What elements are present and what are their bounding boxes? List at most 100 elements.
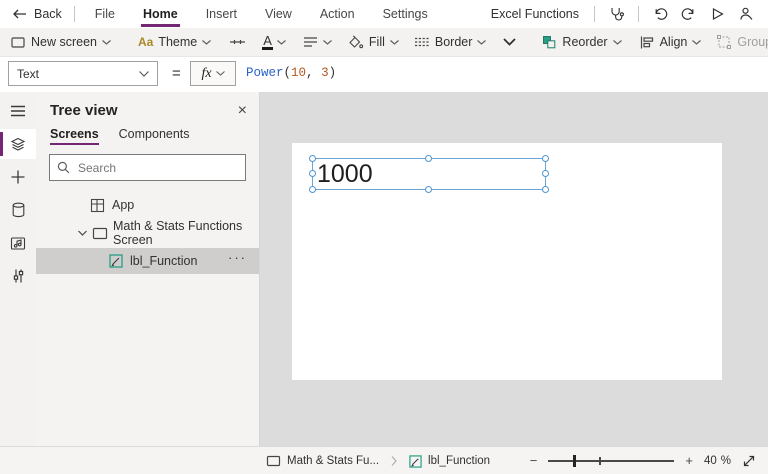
redo-icon[interactable] xyxy=(681,6,697,22)
label-text: 1000 xyxy=(317,159,373,189)
formula-input[interactable]: Power(10, 3) xyxy=(246,61,336,86)
zoom-slider[interactable] xyxy=(548,454,674,468)
border-button[interactable]: Border xyxy=(414,35,487,49)
advanced-tools-icon[interactable] xyxy=(0,261,36,291)
tree-item-app[interactable]: App xyxy=(36,193,259,217)
more-options-ellipsis-icon[interactable]: ··· xyxy=(228,250,247,265)
group-icon xyxy=(716,34,732,50)
status-bar: Math & Stats Fu... lbl_Function − + 40 xyxy=(0,446,768,474)
search-input[interactable] xyxy=(76,160,238,176)
chevron-down-icon xyxy=(277,40,286,45)
resize-handle-bottom-left[interactable] xyxy=(309,186,316,193)
divider xyxy=(638,6,639,22)
align-objects-icon xyxy=(639,35,655,50)
chevron-down-icon xyxy=(390,40,399,45)
data-sources-icon[interactable] xyxy=(0,195,36,225)
zoom-in-plus-button[interactable]: + xyxy=(685,455,693,467)
back-label: Back xyxy=(34,7,62,21)
hamburger-menu-icon[interactable] xyxy=(0,96,36,126)
chevron-down-icon xyxy=(202,40,211,45)
fill-bucket-icon xyxy=(347,34,364,50)
breadcrumb-control[interactable]: lbl_Function xyxy=(405,455,494,468)
theme-button[interactable]: Aa Theme xyxy=(138,35,211,49)
zoom-slider-tick xyxy=(599,457,601,465)
chevron-down-icon xyxy=(613,40,622,45)
border-icon xyxy=(414,36,430,48)
chevron-expanded-icon[interactable] xyxy=(78,230,87,236)
zoom-slider-track xyxy=(548,460,674,462)
zoom-slider-thumb[interactable] xyxy=(573,455,576,467)
text-align-icon xyxy=(303,36,318,48)
top-menu-bar: Back File Home Insert View Action Settin… xyxy=(0,0,768,28)
divider xyxy=(74,6,75,22)
align-button[interactable]: Align xyxy=(639,35,702,50)
chevron-down-icon xyxy=(216,71,225,76)
selected-label-control[interactable]: 1000 xyxy=(312,158,546,190)
app-checker-stethoscope-icon[interactable] xyxy=(608,6,625,22)
tree-item-label: lbl_Function xyxy=(130,254,197,268)
fill-button[interactable]: Fill xyxy=(347,34,399,50)
undo-icon[interactable] xyxy=(652,6,668,22)
zoom-percentage: 40 % xyxy=(704,455,731,467)
chevron-down-icon xyxy=(102,40,111,45)
fx-icon: fx xyxy=(201,66,211,82)
tree-view-rail-icon[interactable] xyxy=(0,129,36,159)
menu-action[interactable]: Action xyxy=(306,0,369,28)
group-label: Group xyxy=(737,35,768,49)
left-navigation-rail xyxy=(0,92,36,446)
screen-artboard[interactable]: 1000 xyxy=(292,143,722,380)
powerapps-studio-window: Back File Home Insert View Action Settin… xyxy=(0,0,768,474)
font-color-button[interactable]: A xyxy=(263,35,286,50)
screen-icon xyxy=(92,227,108,240)
tree-item-screen[interactable]: Math & Stats Functions Screen xyxy=(36,221,259,245)
tree-search-box[interactable] xyxy=(49,154,246,181)
reorder-label: Reorder xyxy=(562,35,607,49)
chevron-down-icon xyxy=(477,40,486,45)
resize-handle-middle-left[interactable] xyxy=(309,170,316,177)
preview-play-icon[interactable] xyxy=(710,6,725,22)
resize-handle-bottom-middle[interactable] xyxy=(425,186,432,193)
breadcrumb: Math & Stats Fu... lbl_Function xyxy=(262,447,494,474)
zoom-out-minus-button[interactable]: − xyxy=(530,455,538,467)
new-screen-button[interactable]: New screen xyxy=(10,35,111,50)
tab-components[interactable]: Components xyxy=(119,127,190,147)
resize-handle-top-middle[interactable] xyxy=(425,155,432,162)
insert-plus-icon[interactable] xyxy=(0,162,36,192)
property-dropdown[interactable]: Text xyxy=(8,61,158,86)
resize-handle-bottom-right[interactable] xyxy=(542,186,549,193)
equals-sign: = xyxy=(172,61,181,86)
divider xyxy=(594,6,595,22)
breadcrumb-control-label: lbl_Function xyxy=(428,455,490,467)
new-screen-label: New screen xyxy=(31,35,97,49)
back-button[interactable]: Back xyxy=(12,7,62,21)
share-person-icon[interactable] xyxy=(738,6,754,22)
font-color-icon: A xyxy=(263,35,272,50)
breadcrumb-screen[interactable]: Math & Stats Fu... xyxy=(262,455,383,467)
media-icon[interactable] xyxy=(0,228,36,258)
reorder-button[interactable]: Reorder xyxy=(541,34,621,50)
fit-to-window-icon[interactable] xyxy=(742,454,756,468)
group-button: Group xyxy=(716,34,768,50)
strikethrough-button[interactable] xyxy=(229,37,246,47)
chevron-down-icon xyxy=(139,71,149,77)
menu-home[interactable]: Home xyxy=(129,0,192,28)
menu-settings[interactable]: Settings xyxy=(369,0,442,28)
more-formatting-button[interactable] xyxy=(503,38,516,46)
resize-handle-top-right[interactable] xyxy=(542,155,549,162)
tree-view-title: Tree view xyxy=(50,102,118,119)
text-align-button[interactable] xyxy=(303,36,332,48)
tree-view-panel: Tree view × Screens Components App xyxy=(36,92,260,446)
close-icon[interactable]: × xyxy=(238,104,247,118)
menu-file[interactable]: File xyxy=(81,0,129,28)
canvas-area[interactable]: 1000 xyxy=(260,92,768,446)
fx-dropdown[interactable]: fx xyxy=(190,61,236,86)
zoom-value: 40 xyxy=(704,455,717,467)
theme-aa-icon: Aa xyxy=(138,35,153,49)
resize-handle-top-left[interactable] xyxy=(309,155,316,162)
breadcrumb-screen-label: Math & Stats Fu... xyxy=(287,455,379,467)
menu-view[interactable]: View xyxy=(251,0,306,28)
resize-handle-middle-right[interactable] xyxy=(542,170,549,177)
tree-item-label-control[interactable]: lbl_Function ··· xyxy=(36,248,259,274)
tab-screens[interactable]: Screens xyxy=(50,127,99,147)
menu-insert[interactable]: Insert xyxy=(192,0,251,28)
